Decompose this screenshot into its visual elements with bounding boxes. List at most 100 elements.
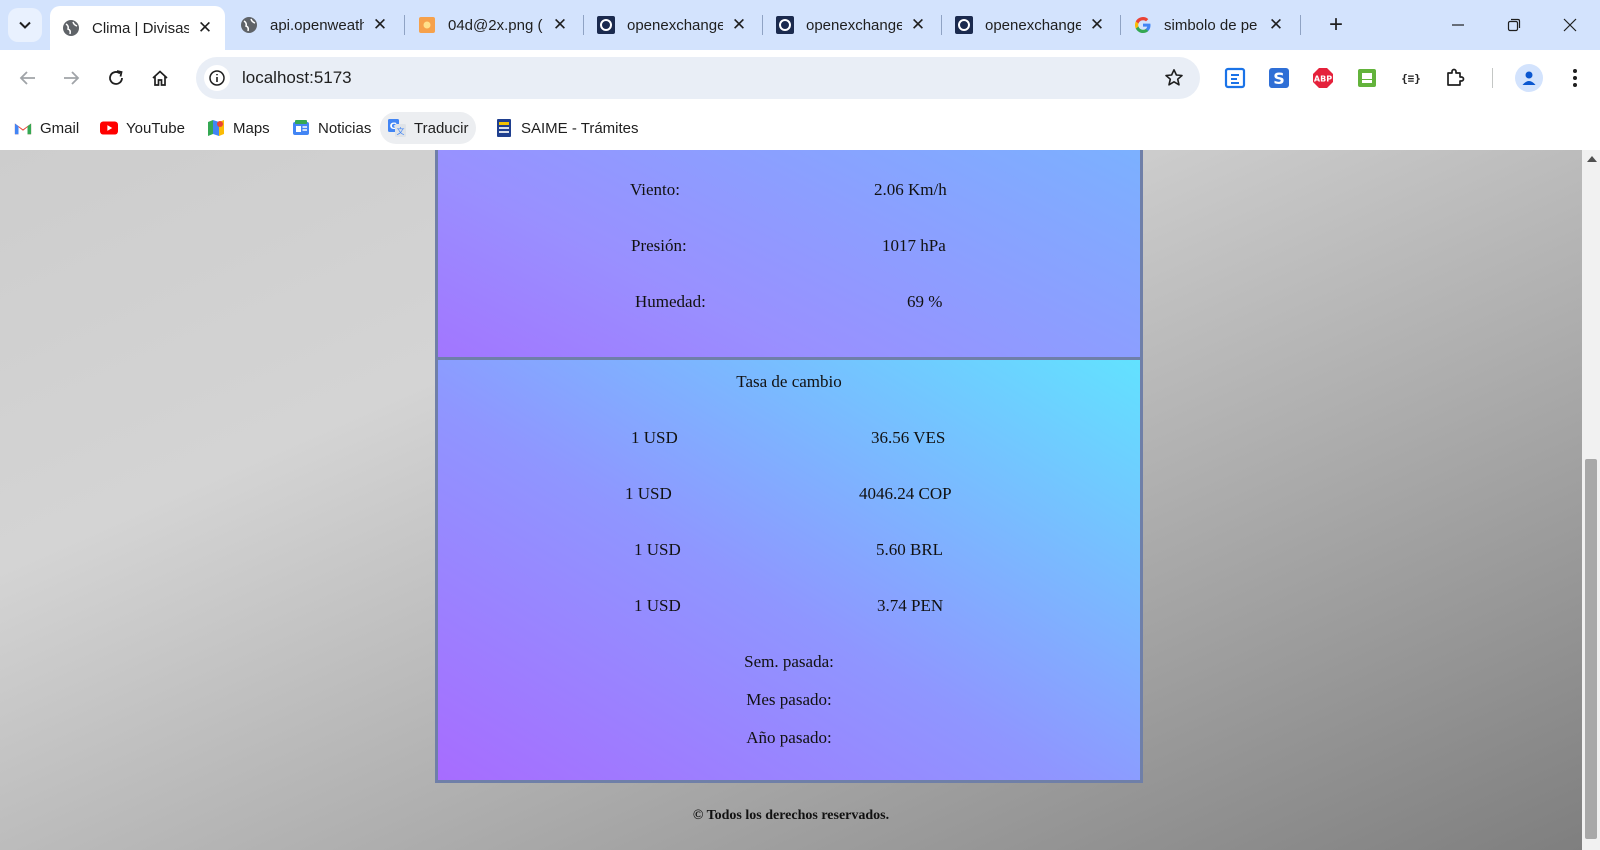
gmail-icon (14, 119, 32, 137)
humidity-label: Humedad: (635, 292, 706, 311)
close-icon[interactable]: ✕ (550, 15, 570, 35)
forward-button[interactable] (56, 63, 86, 93)
tab-separator (762, 15, 763, 35)
tab-title: simbolo de pe (1164, 16, 1258, 34)
bookmark-youtube[interactable]: YouTube (92, 112, 193, 144)
rate-base-ves: 1 USD (631, 428, 678, 447)
home-button[interactable] (145, 63, 175, 93)
bookmarks-bar: Gmail YouTube Maps Noticias G文 Traducir … (0, 106, 1600, 150)
rate-value-ves: 36.56 VES (871, 428, 946, 447)
tab-04d-png[interactable]: 04d@2x.png ( ✕ (406, 6, 580, 44)
scrollbar-thumb[interactable] (1585, 459, 1597, 839)
bookmark-gmail[interactable]: Gmail (6, 112, 87, 144)
close-window-button[interactable] (1542, 0, 1598, 50)
home-icon (152, 70, 168, 86)
site-info-icon[interactable] (204, 65, 230, 91)
extensions-puzzle-icon[interactable] (1443, 66, 1467, 90)
tab-separator (1120, 15, 1121, 35)
s-extension-icon[interactable]: S (1267, 66, 1291, 90)
close-icon[interactable]: ✕ (195, 18, 215, 38)
bookmark-label: SAIME - Trámites (521, 119, 639, 137)
svg-text:文: 文 (397, 126, 405, 136)
saime-icon (495, 119, 513, 137)
openexchange-icon (955, 16, 973, 34)
close-icon[interactable]: ✕ (370, 15, 390, 35)
pressure-label: Presión: (631, 236, 687, 255)
tab-separator (404, 15, 405, 35)
tab-separator (941, 15, 942, 35)
close-icon[interactable]: ✕ (1087, 15, 1107, 35)
vertical-scrollbar[interactable] (1582, 150, 1600, 850)
openexchange-icon (597, 16, 615, 34)
tab-openexchange-1[interactable]: openexchange ✕ (585, 6, 759, 44)
translate-icon: G文 (388, 119, 406, 137)
close-icon[interactable]: ✕ (908, 15, 928, 35)
page-viewport: Viento: 2.06 Km/h Presión: 1017 hPa Hume… (0, 150, 1582, 850)
back-arrow-icon (19, 71, 35, 85)
tab-clima-divisas[interactable]: Clima | Divisas ✕ (50, 6, 225, 50)
bookmark-label: Traducir (414, 119, 469, 137)
minimize-button[interactable] (1430, 0, 1486, 50)
close-icon[interactable]: ✕ (1266, 15, 1286, 35)
tab-title: Clima | Divisas (92, 19, 189, 37)
tab-strip: Clima | Divisas ✕ api.openweath ✕ 04d@2x… (0, 0, 1600, 50)
tab-title: openexchange (985, 16, 1081, 34)
wind-label: Viento: (630, 180, 680, 199)
chevron-down-icon (19, 21, 31, 29)
tab-google-search[interactable]: simbolo de pe ✕ (1122, 6, 1296, 44)
news-icon (292, 119, 310, 137)
rate-base-cop: 1 USD (625, 484, 672, 503)
green-extension-icon[interactable] (1355, 66, 1379, 90)
bookmark-maps[interactable]: Maps (199, 112, 278, 144)
profile-avatar-icon[interactable] (1515, 64, 1543, 92)
rate-value-cop: 4046.24 COP (859, 484, 952, 503)
minimize-icon (1452, 24, 1464, 26)
svg-text:ABP: ABP (1314, 75, 1332, 84)
tab-title: api.openweath (270, 16, 364, 34)
bookmark-label: Noticias (318, 119, 372, 137)
reader-extension-icon[interactable] (1223, 66, 1247, 90)
scroll-up-arrow-icon[interactable] (1587, 156, 1597, 162)
bookmark-traducir[interactable]: G文 Traducir (380, 112, 477, 144)
humidity-value: 69 % (907, 292, 943, 311)
bookmark-noticias[interactable]: Noticias (284, 112, 379, 144)
history-last-week: Sem. pasada: (744, 652, 834, 671)
image-icon (418, 16, 436, 34)
url-text[interactable]: localhost:5173 (242, 68, 352, 88)
close-icon[interactable]: ✕ (729, 15, 749, 35)
tab-title: 04d@2x.png ( (448, 16, 543, 34)
reload-button[interactable] (101, 63, 131, 93)
bookmark-star-icon[interactable] (1162, 66, 1186, 90)
exchange-rate-card: Tasa de cambio 1 USD 36.56 VES 1 USD 404… (435, 357, 1143, 783)
google-icon (1134, 16, 1152, 34)
globe-icon (240, 16, 258, 34)
svg-text:S: S (1273, 69, 1285, 88)
restore-icon (1507, 18, 1521, 32)
maps-icon (207, 119, 225, 137)
new-tab-button[interactable]: + (1322, 11, 1350, 39)
close-window-icon (1563, 18, 1577, 32)
reload-icon (109, 70, 123, 85)
adblock-plus-icon[interactable]: ABP (1311, 66, 1335, 90)
back-button[interactable] (13, 63, 43, 93)
tab-search-button[interactable] (8, 8, 42, 42)
tab-api-openweather[interactable]: api.openweath ✕ (228, 6, 400, 44)
json-viewer-icon[interactable]: {≡} (1399, 66, 1423, 90)
address-bar[interactable]: localhost:5173 (196, 57, 1200, 99)
openexchange-icon (776, 16, 794, 34)
rate-base-pen: 1 USD (634, 596, 681, 615)
bookmark-saime[interactable]: SAIME - Trámites (487, 112, 647, 144)
restore-button[interactable] (1486, 0, 1542, 50)
tab-openexchange-3[interactable]: openexchange ✕ (943, 6, 1117, 44)
youtube-icon (100, 119, 118, 137)
more-menu-icon[interactable] (1563, 66, 1587, 90)
tab-title: openexchange (806, 16, 902, 34)
bookmark-label: Gmail (40, 119, 80, 137)
tab-separator (1300, 15, 1301, 35)
rate-value-pen: 3.74 PEN (877, 596, 944, 615)
bookmark-label: Maps (233, 119, 270, 137)
tab-openexchange-2[interactable]: openexchange ✕ (764, 6, 938, 44)
rate-value-brl: 5.60 BRL (876, 540, 944, 559)
wind-value: 2.06 Km/h (874, 180, 947, 199)
globe-icon (62, 19, 80, 37)
